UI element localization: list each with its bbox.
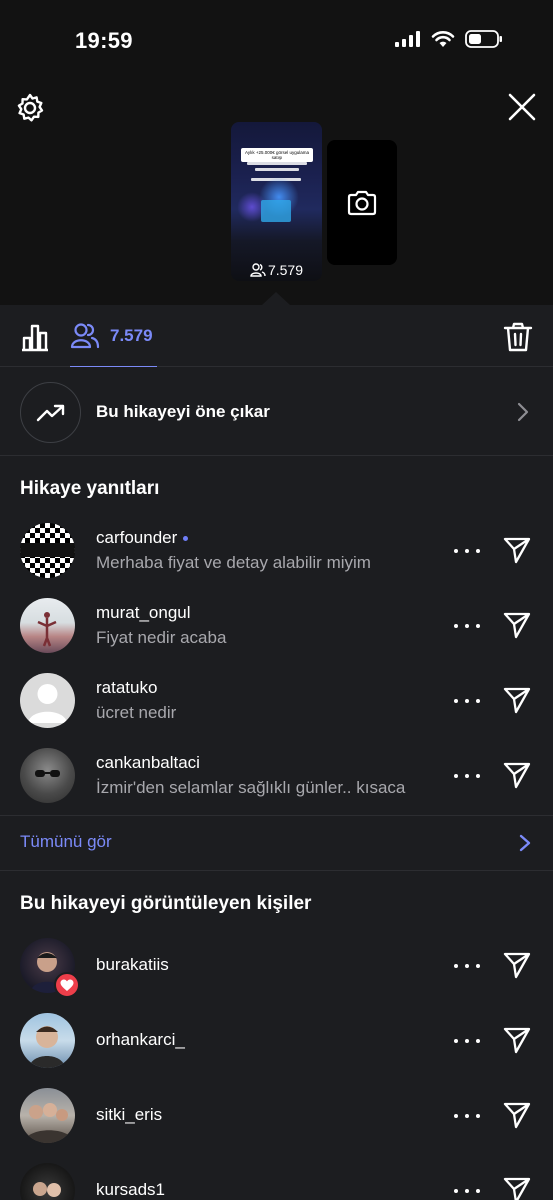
viewer-username[interactable]: orhankarci_ — [96, 1030, 185, 1050]
status-icons — [395, 30, 503, 48]
viewers-title: Bu hikayeyi görüntüleyen kişiler — [20, 893, 312, 914]
viewer-row[interactable]: orhankarci_ — [0, 1003, 553, 1078]
avatar[interactable] — [20, 1088, 75, 1143]
story-tabs: 7.579 — [0, 305, 553, 367]
unread-dot — [183, 535, 189, 541]
viewer-row[interactable]: sitki_eris — [0, 1078, 553, 1153]
viewer-row[interactable]: kursads1 — [0, 1153, 553, 1200]
settings-gear-icon[interactable] — [14, 92, 46, 124]
status-time: 19:59 — [75, 28, 133, 53]
viewer-username[interactable]: sitki_eris — [96, 1105, 162, 1125]
trash-icon[interactable] — [503, 321, 533, 353]
promote-label: Bu hikayeyi öne çıkar — [96, 402, 270, 421]
reply-message: ücret nedir — [96, 703, 177, 722]
replies-title: Hikaye yanıtları — [20, 478, 160, 499]
send-message-icon[interactable] — [502, 685, 532, 715]
more-options-icon[interactable] — [454, 541, 480, 561]
default-avatar-icon — [28, 684, 67, 723]
more-options-icon[interactable] — [454, 766, 480, 786]
more-options-icon[interactable] — [454, 1106, 480, 1126]
more-options-icon[interactable] — [454, 956, 480, 976]
viewer-username[interactable]: burakatiis — [96, 955, 169, 975]
reply-username[interactable]: ratatuko — [96, 678, 157, 698]
reply-message: Merhaba fiyat ve detay alabilir miyim — [96, 553, 371, 572]
send-message-icon[interactable] — [502, 535, 532, 565]
group-portrait — [24, 1103, 74, 1143]
wifi-icon — [431, 31, 455, 47]
more-options-icon[interactable] — [454, 691, 480, 711]
trending-up-icon — [36, 404, 64, 421]
send-message-icon[interactable] — [502, 760, 532, 790]
trending-circle — [20, 382, 81, 443]
close-icon[interactable] — [507, 92, 537, 122]
more-options-icon[interactable] — [454, 616, 480, 636]
viewer-row[interactable]: burakatiis — [0, 928, 553, 1003]
story-preview-area: 19:59 Aylık +25.000€ görsel uygulama sat… — [0, 0, 553, 305]
more-options-icon[interactable] — [454, 1031, 480, 1051]
reply-message: İzmir'den selamlar sağlıklı günler.. kıs… — [96, 778, 406, 797]
avatar[interactable] — [20, 1013, 75, 1068]
tab-viewers[interactable]: 7.579 — [70, 305, 157, 367]
story-view-count: 7.579 — [231, 262, 322, 278]
liked-badge — [54, 972, 80, 998]
send-message-icon[interactable] — [502, 1025, 532, 1055]
avatar[interactable] — [20, 673, 75, 728]
portrait — [33, 1182, 61, 1197]
add-story-button[interactable] — [327, 140, 397, 265]
reply-row[interactable]: murat_ongul Fiyat nedir acaba — [0, 588, 553, 663]
chevron-right-icon[interactable] — [519, 834, 531, 852]
viewers-icon — [250, 263, 266, 277]
viewers-count: 7.579 — [110, 325, 153, 345]
promote-story-row[interactable]: Bu hikayeyi öne çıkar — [0, 368, 553, 456]
sunglasses-portrait — [35, 770, 60, 777]
reply-message: Fiyat nedir acaba — [96, 628, 227, 647]
send-message-icon[interactable] — [502, 950, 532, 980]
carfounder-logo — [20, 523, 75, 578]
story-caption: Aylık +25.000€ görsel uygulama satışı — [241, 148, 313, 162]
avatar[interactable] — [20, 523, 75, 578]
portrait — [29, 1026, 65, 1068]
reply-username[interactable]: carfounder — [96, 528, 189, 548]
send-message-icon[interactable] — [502, 610, 532, 640]
viewers-icon — [70, 322, 100, 348]
person-silhouette — [37, 612, 57, 647]
battery-icon — [465, 30, 502, 48]
viewer-username[interactable]: kursads1 — [96, 1180, 165, 1200]
avatar[interactable] — [20, 598, 75, 653]
send-message-icon[interactable] — [502, 1100, 532, 1130]
avatar[interactable] — [20, 1163, 75, 1200]
reply-row[interactable]: cankanbaltaci İzmir'den selamlar sağlıkl… — [0, 738, 553, 813]
reply-username[interactable]: murat_ongul — [96, 603, 191, 623]
send-message-icon[interactable] — [502, 1175, 532, 1200]
see-all-link[interactable]: Tümünü gör — [20, 832, 112, 852]
avatar[interactable] — [20, 748, 75, 803]
more-options-icon[interactable] — [454, 1181, 480, 1200]
insights-chart-icon[interactable] — [20, 322, 50, 352]
reply-row[interactable]: ratatuko ücret nedir — [0, 663, 553, 738]
story-thumbnail[interactable]: Aylık +25.000€ görsel uygulama satışı 7.… — [231, 122, 322, 281]
chevron-right-icon — [517, 402, 529, 422]
reply-username[interactable]: cankanbaltaci — [96, 753, 200, 773]
cellular-signal-icon — [395, 31, 420, 47]
camera-icon — [347, 190, 377, 215]
heart-icon — [60, 979, 74, 991]
reply-row[interactable]: carfounder Merhaba fiyat ve detay alabil… — [0, 513, 553, 588]
